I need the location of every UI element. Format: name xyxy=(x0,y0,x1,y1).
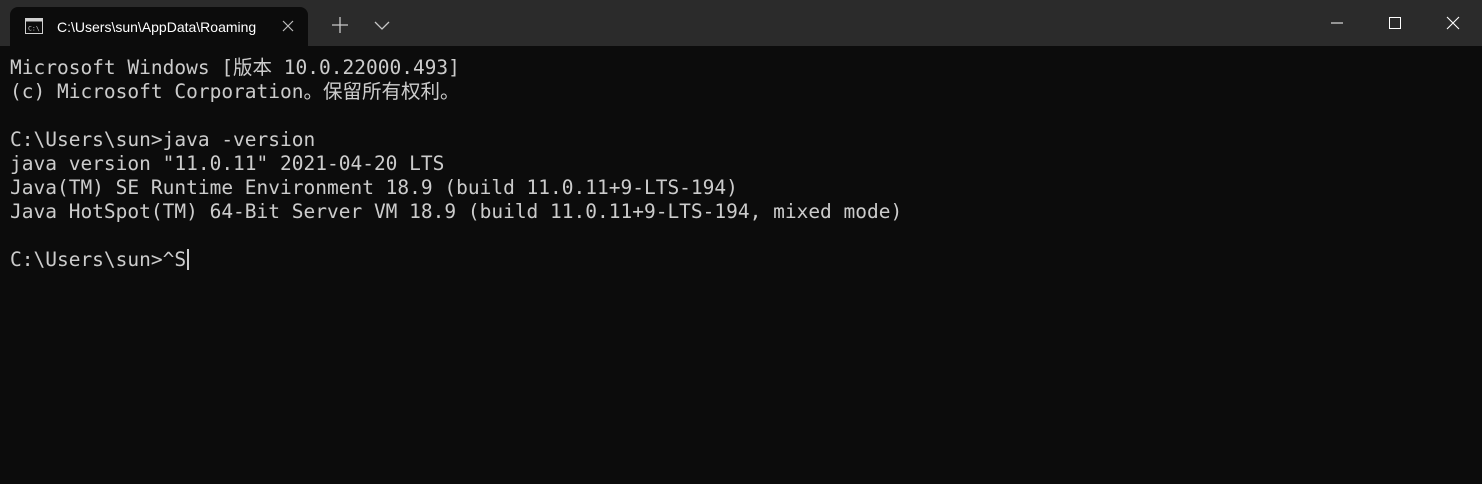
console-line: Java HotSpot(TM) 64-Bit Server VM 18.9 (… xyxy=(10,200,903,223)
close-icon[interactable] xyxy=(280,18,296,34)
command-input[interactable]: ^S xyxy=(163,248,186,271)
console-line: (c) Microsoft Corporation。保留所有权利。 xyxy=(10,80,460,103)
close-icon xyxy=(1446,16,1460,30)
chevron-down-icon[interactable] xyxy=(367,10,397,40)
tab-title: C:\Users\sun\AppData\Roaming xyxy=(57,19,257,35)
command-line[interactable]: C:\Users\sun>^S xyxy=(10,248,1482,272)
console-output[interactable]: Microsoft Windows [版本 10.0.22000.493] (c… xyxy=(0,46,1482,484)
maximize-button[interactable] xyxy=(1366,0,1424,46)
text-cursor xyxy=(187,249,190,270)
title-bar[interactable]: C:\ C:\Users\sun\AppData\Roaming xyxy=(0,0,1482,46)
plus-icon[interactable] xyxy=(325,10,355,40)
minimize-button[interactable] xyxy=(1308,0,1366,46)
terminal-window: C:\ C:\Users\sun\AppData\Roaming Microso… xyxy=(0,0,1482,484)
close-button[interactable] xyxy=(1424,0,1482,46)
console-line: C:\Users\sun>java -version xyxy=(10,128,316,151)
terminal-tab[interactable]: C:\ C:\Users\sun\AppData\Roaming xyxy=(10,7,308,46)
cmd-icon: C:\ xyxy=(25,18,43,34)
maximize-icon xyxy=(1389,17,1401,29)
minimize-icon xyxy=(1331,22,1343,24)
prompt: C:\Users\sun> xyxy=(10,248,163,271)
console-line: Microsoft Windows [版本 10.0.22000.493] xyxy=(10,56,460,79)
console-line: Java(TM) SE Runtime Environment 18.9 (bu… xyxy=(10,176,738,199)
svg-text:C:\: C:\ xyxy=(28,25,40,33)
console-line: java version "11.0.11" 2021-04-20 LTS xyxy=(10,152,445,175)
